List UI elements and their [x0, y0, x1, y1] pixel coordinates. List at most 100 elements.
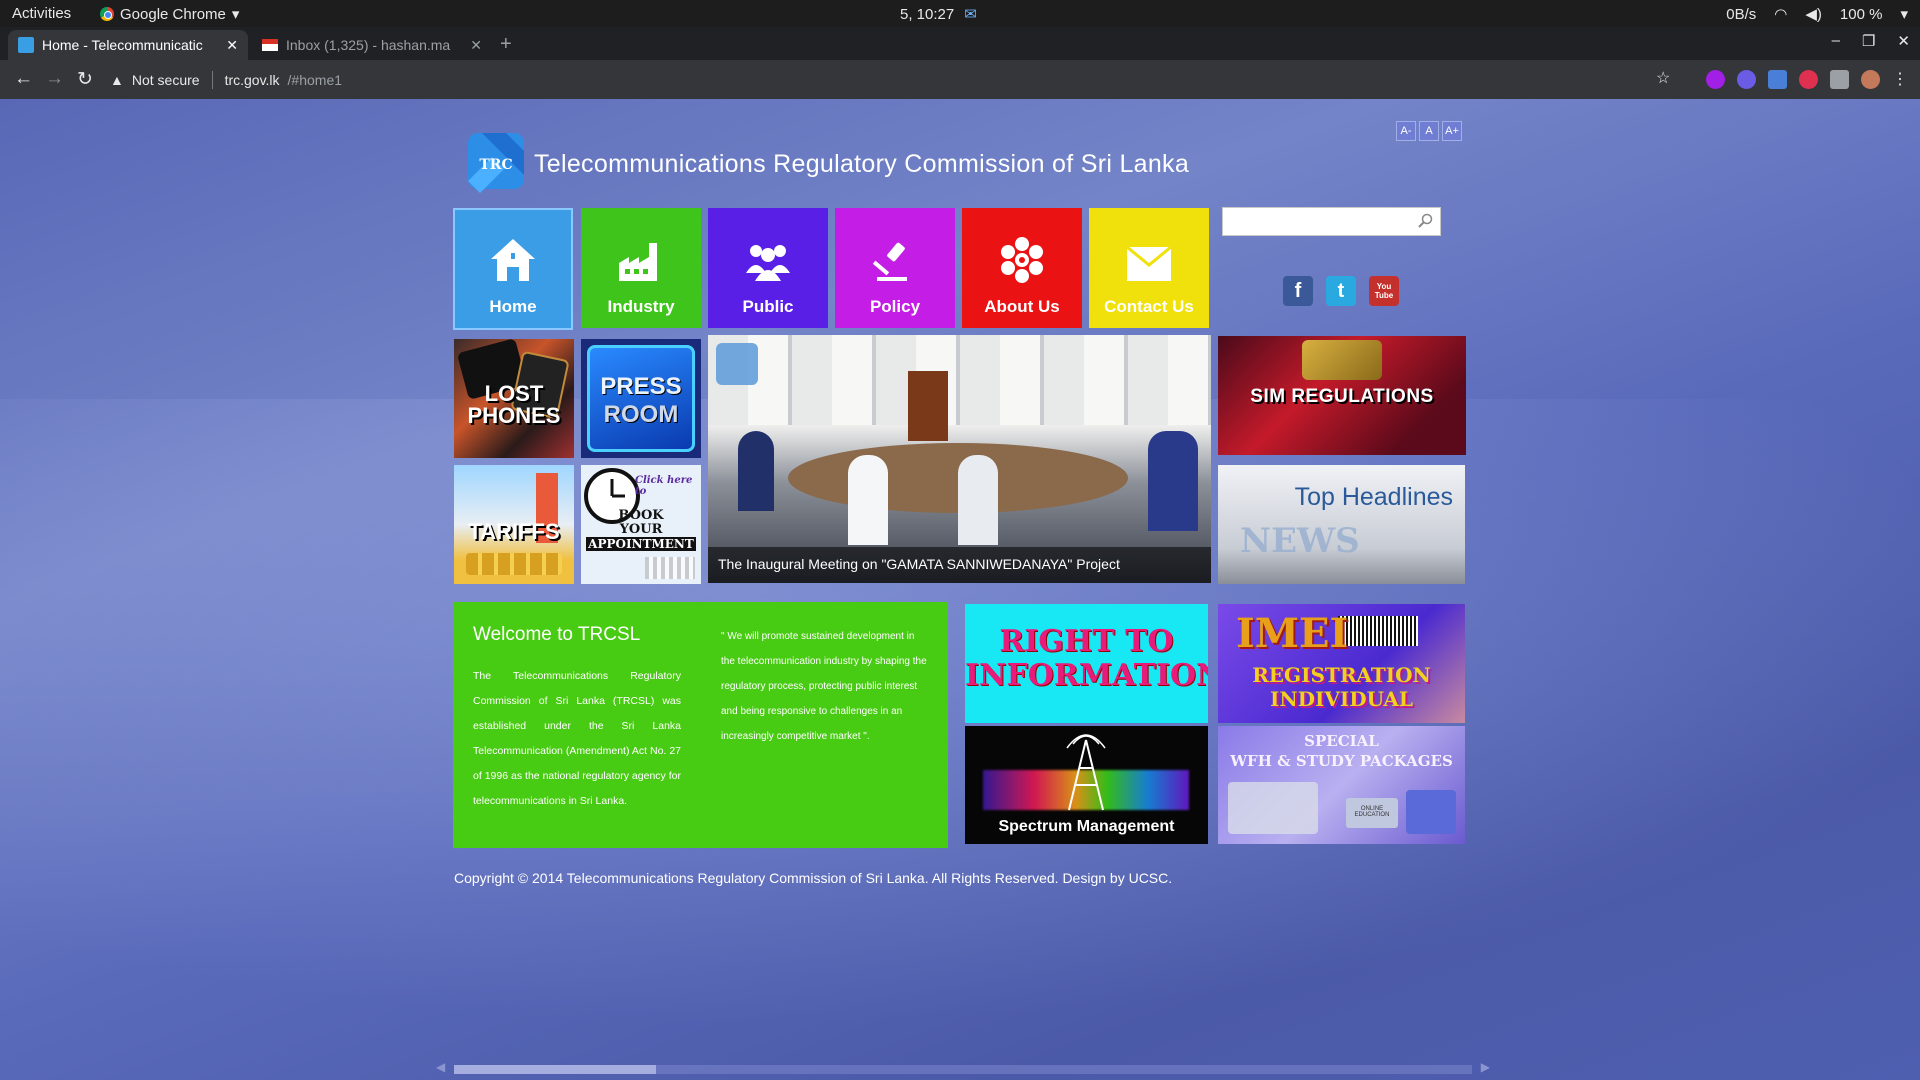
tab-strip: Home - Telecommunicatic ✕ Inbox (1,325) …: [0, 27, 1920, 60]
close-icon[interactable]: ✕: [470, 37, 482, 54]
spectrum-label: Spectrum Management: [998, 818, 1175, 835]
sim-regulations-tile[interactable]: SIM REGULATIONS: [1218, 336, 1466, 455]
avatar[interactable]: [1861, 69, 1880, 89]
book-appointment-tile[interactable]: Click here to BOOK YOUR APPOINTMENT: [581, 465, 701, 584]
wfh-packages-tile[interactable]: SPECIAL WFH & STUDY PACKAGES ONLINE EDUC…: [1218, 726, 1465, 844]
twitter-icon[interactable]: t: [1326, 276, 1356, 306]
imei-label: IMEI: [1236, 610, 1349, 657]
horizontal-scrollbar[interactable]: ◀ ▶: [436, 1060, 1490, 1074]
envelope-icon: [1126, 245, 1172, 281]
lost-phones-tile[interactable]: LOST PHONES: [454, 339, 574, 458]
wfh-label: WFH & STUDY PACKAGES: [1230, 752, 1453, 770]
back-icon[interactable]: ←: [14, 68, 33, 90]
chevron-down-icon: ▾: [231, 6, 240, 23]
chevron-down-icon: ▾: [1900, 6, 1908, 23]
your-label: YOUR: [619, 522, 663, 537]
trc-favicon-icon: [18, 37, 34, 53]
url-path: /#home1: [287, 71, 343, 88]
extension-icon[interactable]: [1737, 69, 1756, 89]
browser-tab-inbox[interactable]: Inbox (1,325) - hashan.ma ✕: [252, 30, 492, 60]
spectrum-management-tile[interactable]: Spectrum Management: [965, 726, 1208, 844]
news-slider[interactable]: The Inaugural Meeting on "GAMATA SANNIWE…: [708, 335, 1211, 583]
tab-title: Home - Telecommunicatic: [42, 37, 203, 53]
menu-about-us[interactable]: About Us: [962, 208, 1082, 328]
chrome-icon: [100, 7, 114, 21]
people-icon: [746, 245, 790, 281]
extension-icon[interactable]: [1706, 69, 1725, 89]
restore-icon[interactable]: ❐: [1862, 32, 1875, 50]
extension-icon[interactable]: [1799, 69, 1818, 89]
menu-label: Home: [489, 297, 537, 316]
menu-contact-us[interactable]: Contact Us: [1089, 208, 1209, 328]
menu-industry[interactable]: Industry: [581, 208, 701, 328]
search-icon[interactable]: [1418, 213, 1434, 229]
click-here-label: Click here to: [635, 475, 693, 497]
site-title: Telecommunications Regulatory Commission…: [534, 150, 1190, 178]
app-menu[interactable]: Google Chrome ▾: [100, 5, 239, 23]
welcome-panel: Welcome to TRCSL The Telecommunications …: [453, 602, 948, 848]
welcome-heading: Welcome to TRCSL: [473, 624, 641, 645]
close-icon[interactable]: ✕: [226, 37, 238, 54]
welcome-quote: " We will promote sustained development …: [721, 631, 927, 742]
url-host: trc.gov.lk: [224, 71, 280, 88]
menu-home[interactable]: Home: [453, 208, 573, 330]
gavel-icon: [872, 242, 907, 281]
os-top-bar: Activities Google Chrome ▾ 5, 10:27 ✉ 0B…: [0, 0, 1920, 27]
rti-label: RIGHT TO: [999, 624, 1174, 659]
trc-logo-watermark: [716, 343, 758, 385]
address-bar[interactable]: ▲ Not secure trc.gov.lk /#home1: [110, 66, 1690, 93]
puzzle-icon[interactable]: [1830, 69, 1849, 89]
font-normal-button[interactable]: A: [1419, 121, 1439, 141]
font-increase-button[interactable]: A+: [1442, 121, 1462, 141]
menu-icon[interactable]: ⋮: [1892, 69, 1908, 89]
snowflake-icon: [1001, 237, 1043, 283]
new-tab-icon[interactable]: +: [500, 33, 512, 56]
reload-icon[interactable]: ↻: [77, 68, 93, 91]
trc-logo[interactable]: TRC: [462, 131, 528, 197]
wfh-label: SPECIAL: [1304, 732, 1379, 750]
menu-policy[interactable]: Policy: [835, 208, 955, 328]
book-label: BOOK: [618, 508, 664, 523]
font-size-controls: A- A A+: [1396, 121, 1462, 141]
online-education-label: ONLINE EDUCATION: [1346, 798, 1398, 828]
top-headlines-label: Top Headlines: [1294, 483, 1453, 511]
extensions-row: ⋮: [1706, 69, 1908, 89]
warning-icon: ▲: [110, 71, 124, 88]
forward-icon[interactable]: →: [45, 68, 64, 90]
factory-icon: [619, 243, 657, 281]
minimize-icon[interactable]: –: [1832, 32, 1840, 50]
rti-label: INFORMATION: [965, 658, 1208, 693]
facebook-icon[interactable]: f: [1283, 276, 1313, 306]
scrollbar-thumb[interactable]: [454, 1065, 656, 1074]
menu-public[interactable]: Public: [708, 208, 828, 328]
welcome-body: The Telecommunications Regulatory Commis…: [473, 670, 681, 807]
news-label: NEWS: [1240, 521, 1360, 561]
font-decrease-button[interactable]: A-: [1396, 121, 1416, 141]
scroll-left-icon[interactable]: ◀: [436, 1060, 445, 1074]
browser-toolbar: ← → ↻ ▲ Not secure trc.gov.lk /#home1 ☆ ⋮: [0, 60, 1920, 99]
top-headlines-tile[interactable]: Top Headlines NEWS: [1218, 465, 1465, 584]
menu-label: About Us: [984, 297, 1060, 316]
right-to-information-tile[interactable]: RIGHT TO INFORMATION: [965, 604, 1208, 723]
system-tray[interactable]: 0B/s ◠ ◀) 100 % ▾: [1726, 5, 1908, 24]
appointment-label: APPOINTMENT: [586, 537, 696, 551]
activities-button[interactable]: Activities: [12, 5, 71, 22]
web-page: A- A A+ TRC Telecommunications Regulator…: [0, 99, 1920, 1080]
browser-tab-active[interactable]: Home - Telecommunicatic ✕: [8, 30, 248, 60]
divider: [211, 70, 213, 89]
translate-icon[interactable]: [1768, 69, 1787, 89]
gmail-favicon-icon: [262, 39, 278, 51]
search-input[interactable]: [1222, 207, 1441, 236]
close-icon[interactable]: ✕: [1897, 32, 1910, 50]
lost-phones-label: LOST PHONES: [467, 381, 561, 428]
star-icon[interactable]: ☆: [1656, 68, 1670, 88]
youtube-icon[interactable]: You Tube: [1369, 276, 1399, 306]
imei-registration-tile[interactable]: IMEI REGISTRATION INDIVIDUAL: [1218, 604, 1465, 723]
tower-icon: [1066, 734, 1106, 811]
scroll-right-icon[interactable]: ▶: [1481, 1060, 1490, 1074]
clock[interactable]: 5, 10:27 ✉: [900, 5, 977, 24]
press-room-tile[interactable]: PRESS ROOM: [581, 339, 701, 458]
tariffs-tile[interactable]: TARIFFS: [454, 465, 574, 584]
mail-icon: ✉: [964, 6, 977, 23]
footer-copyright: Copyright © 2014 Telecommunications Regu…: [454, 870, 1173, 886]
